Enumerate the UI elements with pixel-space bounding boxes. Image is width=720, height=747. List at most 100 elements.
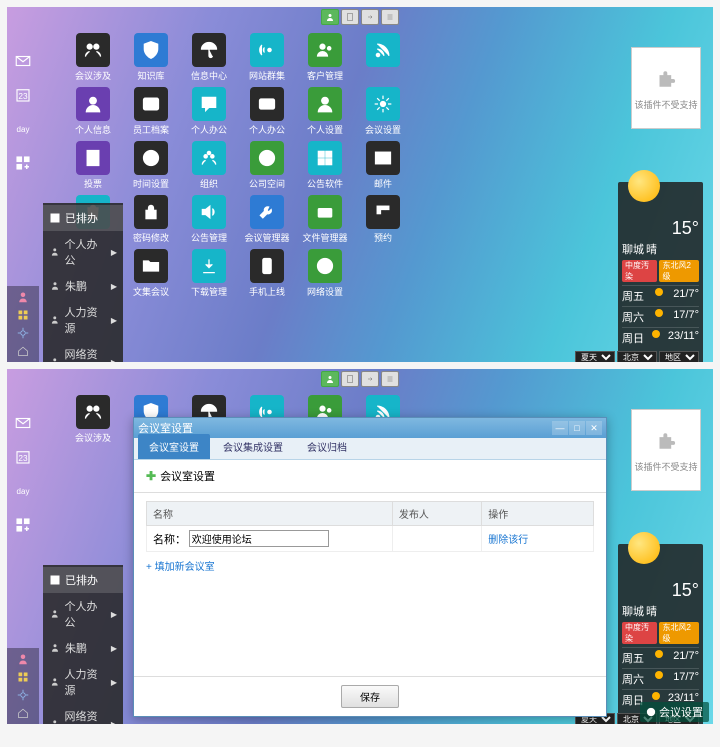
app-people[interactable]: 会议涉及 — [65, 395, 121, 445]
phone-icon — [250, 249, 284, 283]
grid3-icon — [366, 195, 400, 229]
app-label: 文集会议 — [133, 285, 169, 298]
sidebar-mail-icon[interactable] — [13, 413, 33, 433]
app-drive[interactable]: 文件管理器 — [297, 195, 353, 245]
sidebar-calendar-icon[interactable]: 23 — [13, 447, 33, 467]
person2-icon — [308, 87, 342, 121]
app-rss[interactable] — [355, 33, 411, 83]
sb-person-icon[interactable] — [16, 652, 30, 666]
delete-link[interactable]: 删除该行 — [488, 535, 528, 546]
top-toolbar — [321, 9, 399, 25]
app-lock[interactable]: 密码修改 — [123, 195, 179, 245]
plugin-placeholder: 该插件不受支持 — [631, 47, 701, 129]
sb-home-icon[interactable] — [16, 344, 30, 358]
app-vote[interactable]: 投票 — [65, 141, 121, 191]
app-xbox[interactable]: 公司空间 — [239, 141, 295, 191]
sidebar-bottom — [7, 648, 39, 724]
dialog-subtitle: ✚ 会议室设置 — [134, 460, 606, 493]
room-name-input[interactable] — [189, 530, 329, 547]
sidebar-day-icon[interactable]: day — [13, 481, 33, 501]
sb-home-icon[interactable] — [16, 706, 30, 720]
weather-sel-3[interactable]: 地区 — [659, 351, 699, 362]
row-label: 名称： — [153, 534, 186, 546]
weather-widget: 15° 聊城 晴 中度汚染东北风2级 周五21/7°周六17/7°周日23/11… — [618, 182, 703, 362]
sb-grid-icon[interactable] — [16, 308, 30, 322]
app-grid3[interactable]: 预约 — [355, 195, 411, 245]
menu-item-网络资源[interactable]: 网络资源▶ — [43, 341, 123, 362]
topbar-arrow-button[interactable] — [361, 9, 379, 25]
status-item[interactable]: 会议设置 — [640, 702, 709, 722]
puzzle-icon — [653, 66, 679, 92]
menu-item-人力资源[interactable]: 人力资源▶ — [43, 299, 123, 341]
app-person2[interactable]: 个人设置 — [297, 87, 353, 137]
app-card[interactable]: 个人办公 — [239, 87, 295, 137]
app-speaker[interactable]: 公告管理 — [181, 195, 237, 245]
topbar-page-button[interactable] — [341, 9, 359, 25]
sb-gear-icon[interactable] — [16, 326, 30, 340]
sun-icon — [628, 532, 660, 564]
app-id[interactable]: 员工档案 — [123, 87, 179, 137]
plugin-placeholder: 该插件不受支持 — [631, 409, 701, 491]
app-folder[interactable]: 文集会议 — [123, 249, 179, 299]
menu-item-个人办公[interactable]: 个人办公▶ — [43, 231, 123, 273]
app-label: 投票 — [84, 177, 102, 190]
app-grid2[interactable]: 公告软件 — [297, 141, 353, 191]
forecast-row: 周六17/7° — [622, 668, 699, 689]
close-button[interactable]: ✕ — [586, 421, 602, 435]
chevron-right-icon: ▶ — [111, 316, 117, 325]
topbar-arrow-button[interactable] — [361, 371, 379, 387]
app-label: 会议涉及 — [75, 431, 111, 444]
app-shield[interactable]: 知识库 — [123, 33, 179, 83]
vote-icon — [76, 141, 110, 175]
app-phone[interactable]: 手机上线 — [239, 249, 295, 299]
menu-header[interactable]: 已排办 — [43, 205, 123, 231]
app-chat[interactable]: 个人办公 — [181, 87, 237, 137]
sb-person-icon[interactable] — [16, 290, 30, 304]
dialog-body: 名称 发布人 操作 名称： 删除该行 + 填加新会议室 — [134, 493, 606, 676]
tab-会议集成设置[interactable]: 会议集成设置 — [212, 434, 294, 459]
min-button[interactable]: — — [552, 421, 568, 435]
sidebar-day-icon[interactable]: day — [13, 119, 33, 139]
menu-item-个人办公[interactable]: 个人办公▶ — [43, 593, 123, 635]
app-clock[interactable]: 时间设置 — [123, 141, 179, 191]
app-gear[interactable]: 会议设置 — [355, 87, 411, 137]
sb-grid-icon[interactable] — [16, 670, 30, 684]
topbar-page-button[interactable] — [341, 371, 359, 387]
app-down[interactable]: 下载管理 — [181, 249, 237, 299]
sb-gear-icon[interactable] — [16, 688, 30, 702]
save-button[interactable]: 保存 — [341, 685, 399, 708]
topbar-menu-button[interactable] — [381, 9, 399, 25]
app-xbox[interactable]: 网络设置 — [297, 249, 353, 299]
app-broadcast[interactable]: 网站群集 — [239, 33, 295, 83]
desktop-screenshot-1: 23 day 会议涉及知识库信息中心网站群集客户管理个人信息员工档案个人办公个人… — [7, 7, 713, 362]
sidebar-apps-icon[interactable] — [13, 153, 33, 173]
add-room-link[interactable]: + 填加新会议室 — [146, 562, 215, 573]
menu-item-朱鹏[interactable]: 朱鹏▶ — [43, 273, 123, 299]
sidebar-mail-icon[interactable] — [13, 51, 33, 71]
app-umbrella[interactable]: 信息中心 — [181, 33, 237, 83]
topbar-user-button[interactable] — [321, 9, 339, 25]
max-button[interactable]: □ — [569, 421, 585, 435]
app-wrench[interactable]: 会议管理器 — [239, 195, 295, 245]
topbar-user-button[interactable] — [321, 371, 339, 387]
app-label: 手机上线 — [249, 285, 285, 298]
tab-会议归档[interactable]: 会议归档 — [296, 434, 358, 459]
menu-item-人力资源[interactable]: 人力资源▶ — [43, 661, 123, 703]
app-group[interactable]: 客户管理 — [297, 33, 353, 83]
sidebar-apps-icon[interactable] — [13, 515, 33, 535]
topbar-menu-button[interactable] — [381, 371, 399, 387]
tab-会议室设置[interactable]: 会议室设置 — [138, 434, 210, 459]
app-people[interactable]: 会议涉及 — [65, 33, 121, 83]
app-mail[interactable]: 邮件 — [355, 141, 411, 191]
sidebar-calendar-icon[interactable]: 23 — [13, 85, 33, 105]
menu-header[interactable]: 已排办 — [43, 567, 123, 593]
weather-sel-1[interactable]: 夏天 — [575, 351, 615, 362]
menu-item-朱鹏[interactable]: 朱鹏▶ — [43, 635, 123, 661]
menu-item-网络资源[interactable]: 网络资源▶ — [43, 703, 123, 724]
app-team[interactable]: 组织 — [181, 141, 237, 191]
lock-icon — [134, 195, 168, 229]
weather-sel-2[interactable]: 北京 — [617, 351, 657, 362]
app-person[interactable]: 个人信息 — [65, 87, 121, 137]
app-label: 信息中心 — [191, 69, 227, 82]
start-menu: 已排办 个人办公▶朱鹏▶人力资源▶网络资源▶系统设置▶ — [43, 565, 123, 724]
